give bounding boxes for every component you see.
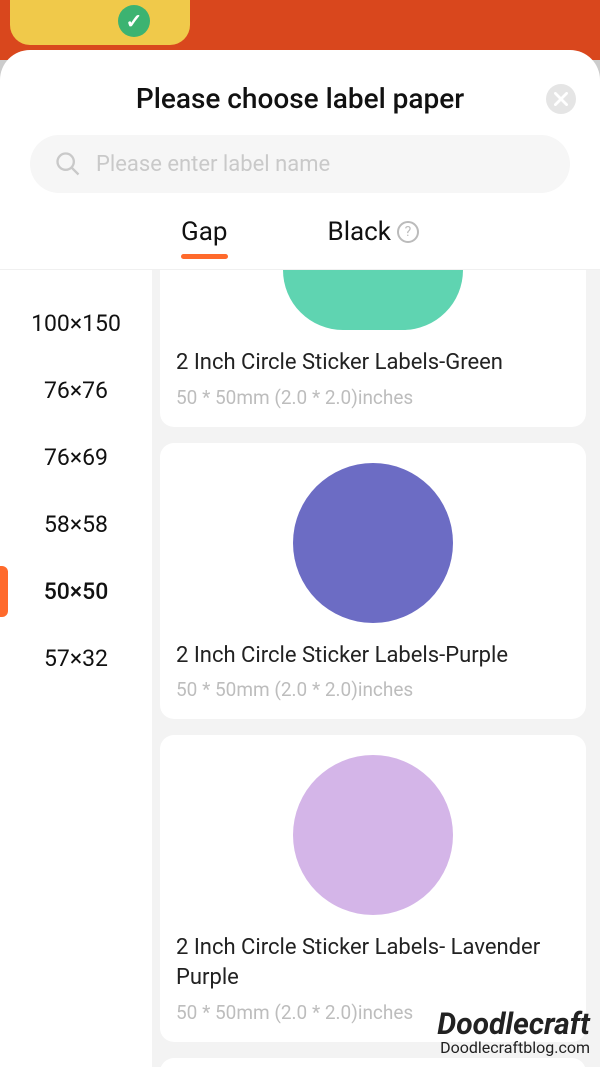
- size-item-58x58[interactable]: 58×58: [0, 491, 152, 558]
- tab-gap-label: Gap: [181, 217, 227, 247]
- label-card[interactable]: 2 Inch Circle Sticker Labels-Green 50 * …: [160, 270, 586, 427]
- modal-title: Please choose label paper: [136, 82, 464, 115]
- circle-icon-purple: [293, 463, 453, 623]
- label-preview: [176, 463, 570, 641]
- tab-black[interactable]: Black ?: [328, 217, 419, 257]
- label-subtitle: 50 * 50mm (2.0 * 2.0)inches: [176, 386, 570, 409]
- label-title: 2 Inch Circle Sticker Labels-Purple: [176, 641, 570, 671]
- size-item-50x50[interactable]: 50×50: [0, 558, 152, 625]
- label-preview: [176, 755, 570, 933]
- circle-icon-green: [283, 270, 463, 330]
- size-item-76x76[interactable]: 76×76: [0, 357, 152, 424]
- size-item-57x32[interactable]: 57×32: [0, 625, 152, 692]
- search-input[interactable]: [96, 152, 546, 177]
- label-type-tabs: Gap Black ?: [0, 209, 600, 269]
- label-list[interactable]: 2 Inch Circle Sticker Labels-Green 50 * …: [152, 270, 600, 1067]
- banner-card: ✓: [10, 0, 190, 45]
- close-button[interactable]: [546, 84, 576, 114]
- label-preview: [176, 270, 570, 348]
- close-icon: [554, 92, 568, 106]
- label-title: 2 Inch Circle Sticker Labels-Green: [176, 348, 570, 378]
- label-subtitle: 50 * 50mm (2.0 * 2.0)inches: [176, 678, 570, 701]
- label-card[interactable]: [160, 1058, 586, 1067]
- tab-black-label: Black: [328, 217, 391, 247]
- modal-header: Please choose label paper: [0, 50, 600, 135]
- search-box[interactable]: [30, 135, 570, 193]
- help-icon[interactable]: ?: [397, 221, 419, 243]
- search-icon: [54, 150, 82, 178]
- size-sidebar: 100×150 76×76 76×69 58×58 50×50 57×32: [0, 270, 152, 1067]
- tab-gap[interactable]: Gap: [181, 217, 227, 257]
- label-subtitle: 50 * 50mm (2.0 * 2.0)inches: [176, 1001, 570, 1024]
- circle-icon-lavender: [293, 755, 453, 915]
- search-container: [0, 135, 600, 209]
- label-picker-modal: Please choose label paper Gap Black ? 10…: [0, 50, 600, 1067]
- size-item-76x69[interactable]: 76×69: [0, 424, 152, 491]
- size-item-100x150[interactable]: 100×150: [0, 290, 152, 357]
- label-title: 2 Inch Circle Sticker Labels- Lavender P…: [176, 933, 570, 992]
- label-card[interactable]: 2 Inch Circle Sticker Labels-Purple 50 *…: [160, 443, 586, 720]
- check-icon: ✓: [118, 5, 150, 37]
- label-card[interactable]: 2 Inch Circle Sticker Labels- Lavender P…: [160, 735, 586, 1041]
- content-area: 100×150 76×76 76×69 58×58 50×50 57×32 2 …: [0, 269, 600, 1067]
